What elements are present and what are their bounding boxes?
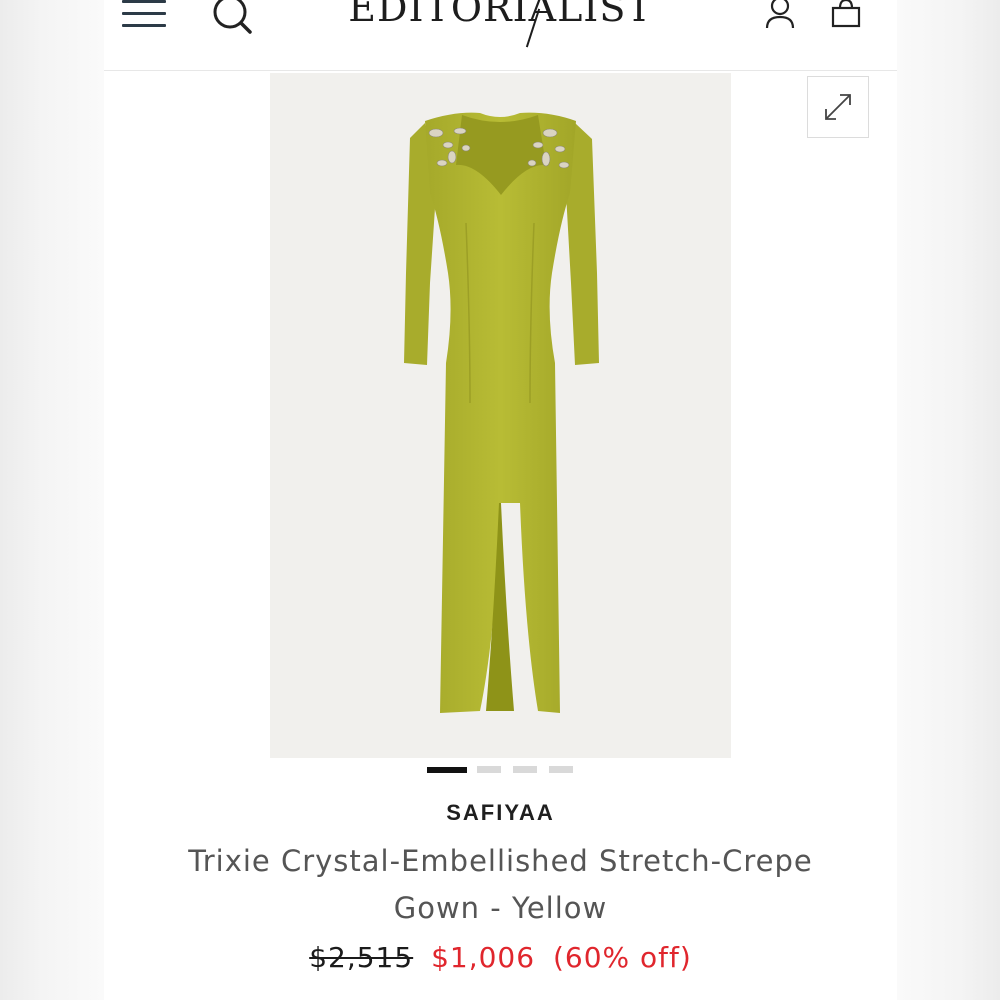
site-header: EDITORIALIST bbox=[104, 0, 897, 71]
product-brand[interactable]: SAFIYAA bbox=[104, 800, 897, 826]
search-icon[interactable] bbox=[210, 0, 254, 36]
sale-price: $1,006 bbox=[431, 941, 536, 974]
gallery-pagination bbox=[427, 766, 577, 774]
hamburger-menu-icon[interactable] bbox=[122, 0, 168, 30]
expand-image-button[interactable] bbox=[807, 76, 869, 138]
product-image[interactable] bbox=[270, 73, 731, 758]
site-logo[interactable]: EDITORIALIST bbox=[334, 0, 667, 30]
expand-icon bbox=[825, 94, 851, 120]
discount-label: (60% off) bbox=[552, 941, 692, 974]
gallery-dot-4[interactable] bbox=[549, 766, 573, 773]
account-icon[interactable] bbox=[764, 0, 796, 30]
gown-illustration bbox=[404, 112, 599, 713]
gallery-dot-1[interactable] bbox=[427, 767, 467, 773]
original-price: $2,515 bbox=[309, 941, 414, 974]
right-gutter bbox=[897, 0, 1000, 1000]
product-page: EDITORIALIST SAFIYAA Trixie Crystal-Embe… bbox=[104, 0, 897, 1000]
gallery-dot-3[interactable] bbox=[513, 766, 537, 773]
product-title: Trixie Crystal-Embellished Stretch-Crepe… bbox=[188, 844, 813, 925]
price-row: $2,515 $1,006 (60% off) bbox=[104, 941, 897, 974]
gallery-dot-2[interactable] bbox=[477, 766, 501, 773]
left-gutter bbox=[0, 0, 104, 1000]
shopping-bag-icon[interactable] bbox=[830, 0, 862, 30]
